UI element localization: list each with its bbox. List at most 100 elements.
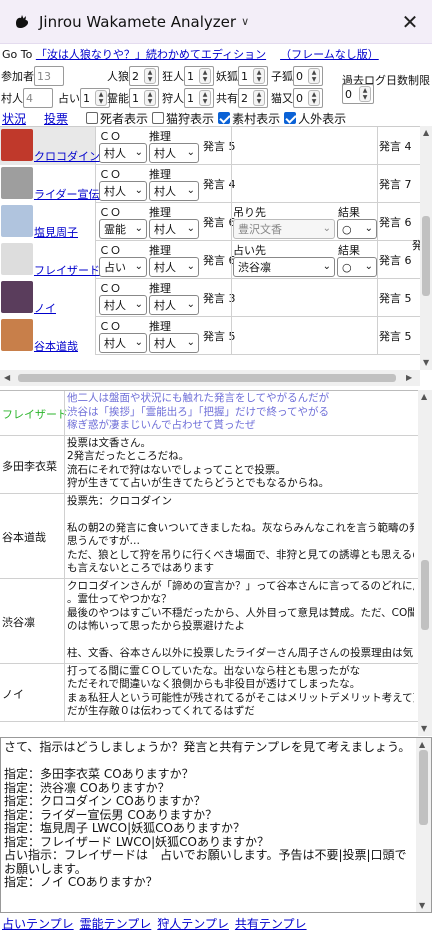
target-select[interactable]: 渋谷凛 ⌄: [233, 257, 335, 277]
chevron-down-icon[interactable]: ⌄: [187, 337, 195, 348]
count-stepper[interactable]: 0 ▲ ▼: [293, 88, 323, 108]
player-name-link[interactable]: 塩見周子: [34, 224, 78, 240]
avatar[interactable]: [1, 319, 33, 351]
co-select[interactable]: 村人 ⌄: [99, 143, 147, 163]
avatar[interactable]: [1, 243, 33, 275]
count-stepper[interactable]: 0 ▲ ▼: [293, 66, 323, 86]
co-select[interactable]: 村人 ⌄: [99, 333, 147, 353]
chevron-down-icon[interactable]: ⌄: [135, 223, 143, 234]
target-select[interactable]: 豊沢文香 ⌄: [233, 219, 335, 239]
log-vertical-scrollbar[interactable]: ▲ ▼: [418, 390, 432, 736]
checkbox-checked-icon[interactable]: [218, 112, 231, 124]
chevron-down-icon[interactable]: ⌄: [135, 147, 143, 158]
scroll-thumb[interactable]: [422, 216, 430, 296]
chevron-down-icon[interactable]: ⌄: [187, 185, 195, 196]
textarea-scrollbar[interactable]: ▲ ▼: [416, 738, 431, 912]
chevron-down-icon[interactable]: ∨: [241, 15, 249, 28]
result-select[interactable]: ○ ⌄: [337, 257, 377, 277]
count-stepper[interactable]: 1 ▲ ▼: [238, 66, 268, 86]
guess-select[interactable]: 村人 ⌄: [149, 219, 199, 239]
scroll-right-arrow-icon[interactable]: ▶: [406, 373, 412, 382]
chevron-down-icon[interactable]: ⌄: [135, 337, 143, 348]
guess-select[interactable]: 村人 ⌄: [149, 143, 199, 163]
template-hunter-link[interactable]: 狩人テンプレ: [157, 917, 229, 931]
spinner-icon[interactable]: ▲ ▼: [308, 90, 320, 106]
chevron-down-icon[interactable]: ⌄: [323, 261, 331, 272]
scroll-up-arrow-icon[interactable]: ▲: [421, 392, 427, 401]
co-select[interactable]: 霊能 ⌄: [99, 219, 147, 239]
scroll-down-arrow-icon[interactable]: ▼: [421, 724, 427, 733]
spinner-icon[interactable]: ▲ ▼: [144, 90, 156, 106]
grid-horizontal-scrollbar[interactable]: ◀ ▶: [0, 370, 420, 386]
avatar[interactable]: [1, 205, 33, 237]
scroll-up-arrow-icon[interactable]: ▲: [423, 128, 429, 137]
guess-select[interactable]: 村人 ⌄: [149, 257, 199, 277]
checkbox-show-nonhuman[interactable]: 人外表示: [284, 110, 346, 127]
spinner-icon[interactable]: ▲ ▼: [199, 68, 211, 84]
close-icon[interactable]: ✕: [396, 8, 424, 36]
scroll-down-arrow-icon[interactable]: ▼: [419, 901, 425, 910]
guess-select[interactable]: 村人 ⌄: [149, 333, 199, 353]
co-select[interactable]: 村人 ⌄: [99, 295, 147, 315]
player-name-link[interactable]: クロコダイン: [34, 148, 100, 164]
scroll-left-arrow-icon[interactable]: ◀: [4, 373, 10, 382]
result-select[interactable]: ○ ⌄: [337, 219, 377, 239]
goto-link-noframe[interactable]: （フレームなし版）: [280, 48, 379, 61]
count-stepper[interactable]: 1 ▲ ▼: [184, 88, 214, 108]
checkbox-show-dead[interactable]: 死者表示: [86, 110, 148, 127]
chevron-down-icon[interactable]: ⌄: [323, 223, 331, 234]
count-stepper[interactable]: 2 ▲ ▼: [238, 88, 268, 108]
scroll-thumb[interactable]: [18, 374, 396, 382]
template-medium-link[interactable]: 霊能テンプレ: [80, 917, 152, 931]
scroll-up-arrow-icon[interactable]: ▲: [419, 740, 425, 749]
count-stepper[interactable]: 1 ▲ ▼: [80, 88, 110, 108]
spinner-icon[interactable]: ▲ ▼: [144, 68, 156, 84]
tab-status[interactable]: 状況: [2, 110, 26, 127]
player-name-link[interactable]: フレイザード: [34, 262, 100, 278]
checkbox-checked-icon[interactable]: [284, 112, 297, 124]
tab-vote[interactable]: 投票: [44, 110, 68, 127]
spinner-icon[interactable]: ▲ ▼: [253, 68, 265, 84]
avatar[interactable]: [1, 129, 33, 161]
avatar[interactable]: [1, 281, 33, 313]
guess-select[interactable]: 村人 ⌄: [149, 181, 199, 201]
spinner-icon[interactable]: ▲ ▼: [359, 86, 371, 102]
checkbox-icon[interactable]: [152, 112, 165, 124]
chevron-down-icon[interactable]: ⌄: [135, 261, 143, 272]
template-seer-link[interactable]: 占いテンプレ: [2, 917, 74, 931]
chevron-down-icon[interactable]: ⌄: [365, 223, 373, 234]
instruction-textarea[interactable]: さて、指示はどうしましょうか？発言と共有テンプレを見て考えましょう。 指定：多田…: [0, 737, 432, 913]
co-select[interactable]: 占い ⌄: [99, 257, 147, 277]
spinner-icon[interactable]: ▲ ▼: [95, 90, 107, 106]
grid-vertical-scrollbar[interactable]: ▲ ▼: [420, 126, 432, 370]
checkbox-icon[interactable]: [86, 112, 99, 124]
spinner-icon[interactable]: ▲ ▼: [253, 90, 265, 106]
avatar[interactable]: [1, 167, 33, 199]
chevron-down-icon[interactable]: ⌄: [187, 223, 195, 234]
chevron-down-icon[interactable]: ⌄: [187, 299, 195, 310]
scroll-thumb[interactable]: [421, 560, 429, 630]
player-name-link[interactable]: 谷本道哉: [34, 338, 78, 354]
checkbox-show-plain-villager[interactable]: 素村表示: [218, 110, 280, 127]
goto-link-main[interactable]: 「汝は人狼なりや？」続わかめてエディション: [36, 48, 266, 61]
chevron-down-icon[interactable]: ⌄: [365, 261, 373, 272]
count-stepper[interactable]: 1 ▲ ▼: [184, 66, 214, 86]
count-stepper[interactable]: 1 ▲ ▼: [129, 88, 159, 108]
instruction-text[interactable]: さて、指示はどうしましょうか？発言と共有テンプレを見て考えましょう。 指定：多田…: [4, 740, 414, 890]
checkbox-show-cat-hunter[interactable]: 猫狩表示: [152, 110, 214, 127]
template-freemason-link[interactable]: 共有テンプレ: [235, 917, 307, 931]
count-input[interactable]: 4: [23, 88, 53, 108]
player-name-link[interactable]: ノイ: [34, 300, 56, 316]
guess-select[interactable]: 村人 ⌄: [149, 295, 199, 315]
spinner-icon[interactable]: ▲ ▼: [308, 68, 320, 84]
count-stepper[interactable]: 2 ▲ ▼: [129, 66, 159, 86]
chevron-down-icon[interactable]: ⌄: [187, 261, 195, 272]
count-input[interactable]: 13: [34, 66, 64, 86]
chevron-down-icon[interactable]: ⌄: [187, 147, 195, 158]
co-select[interactable]: 村人 ⌄: [99, 181, 147, 201]
chevron-down-icon[interactable]: ⌄: [135, 299, 143, 310]
spinner-icon[interactable]: ▲ ▼: [199, 90, 211, 106]
chevron-down-icon[interactable]: ⌄: [135, 185, 143, 196]
scroll-thumb[interactable]: [419, 750, 428, 825]
past-log-stepper[interactable]: 0 ▲ ▼: [342, 84, 374, 104]
